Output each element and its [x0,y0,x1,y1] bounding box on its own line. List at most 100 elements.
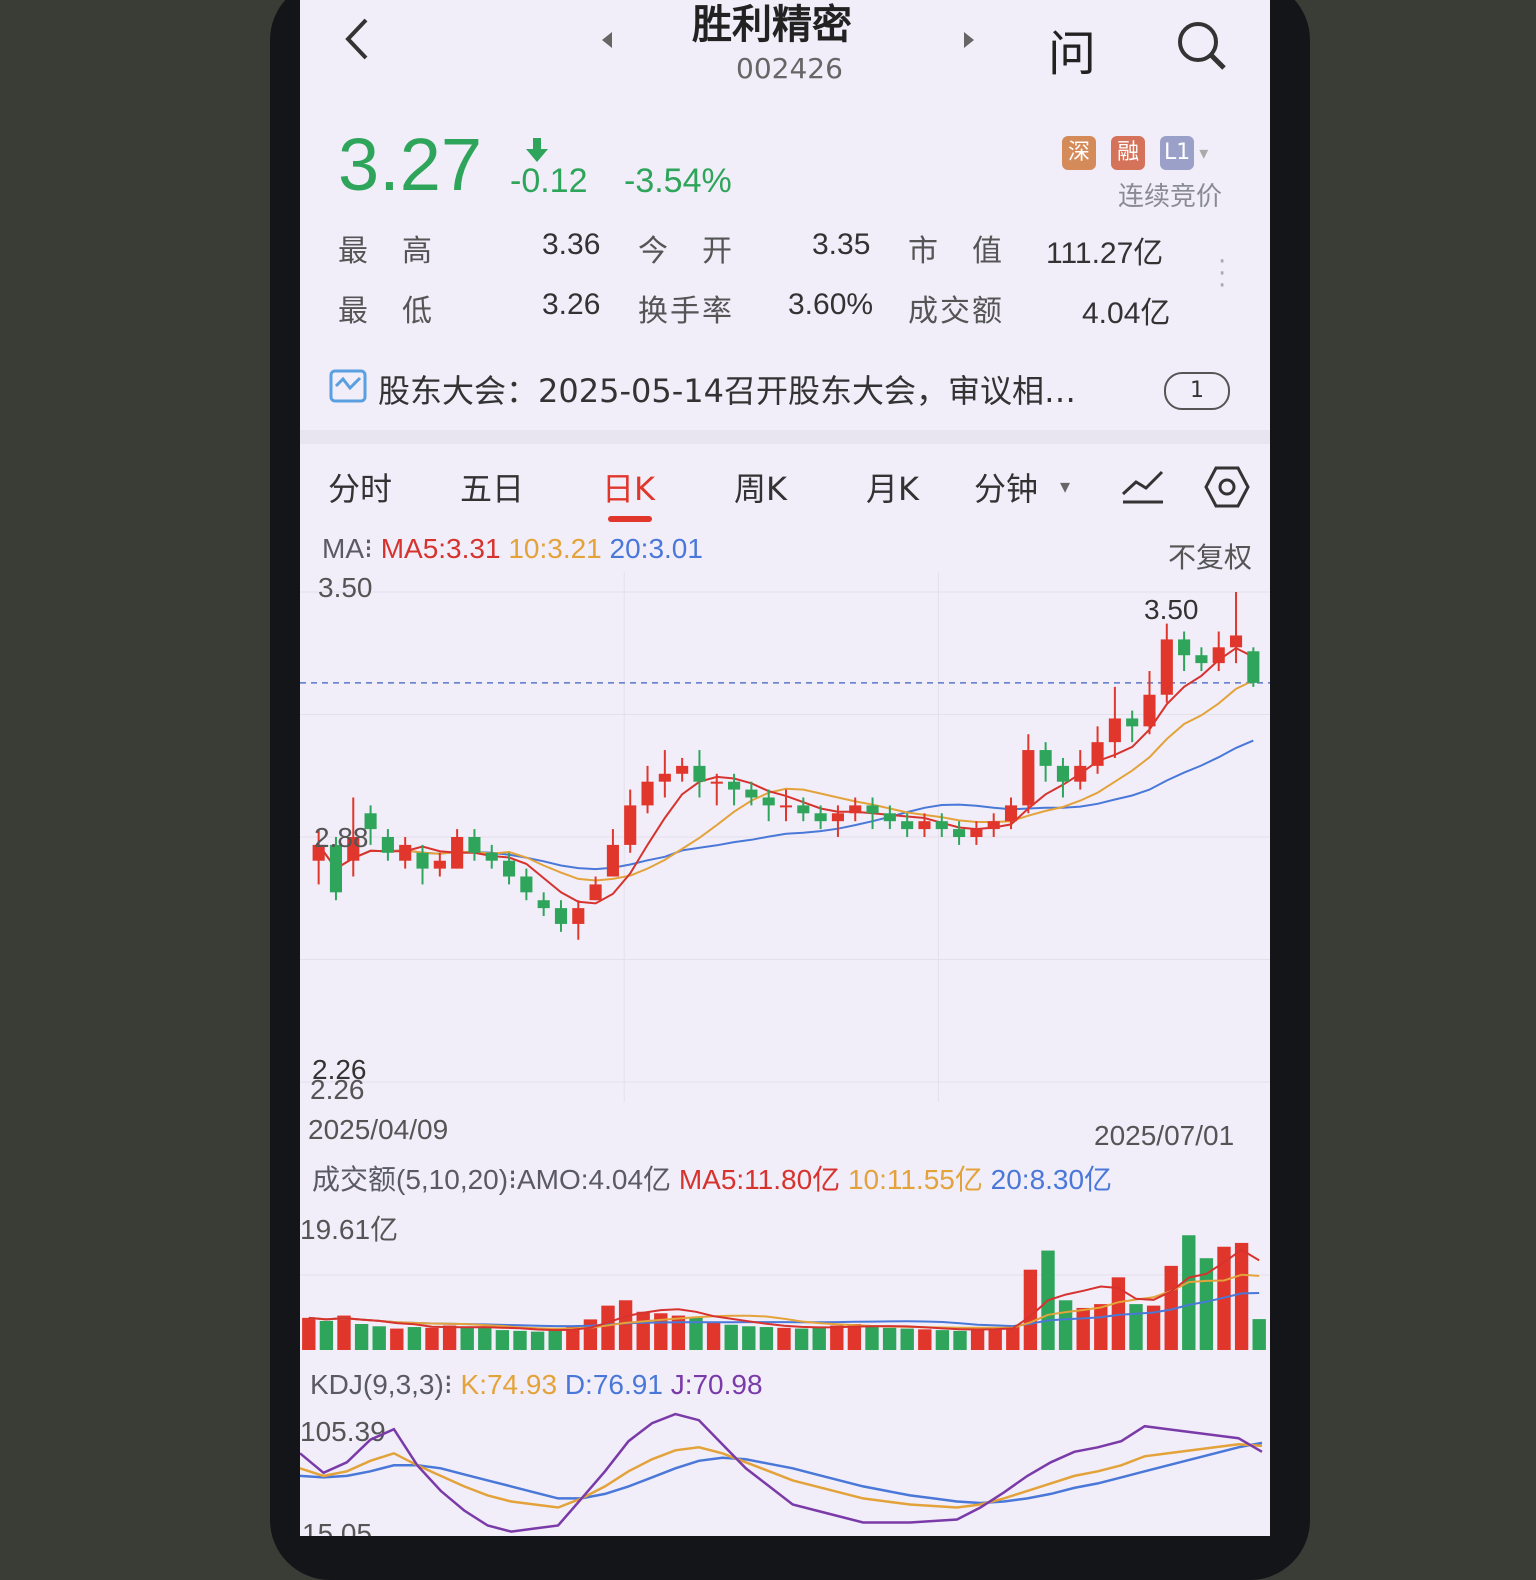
tab-weekly-k[interactable]: 周K [734,464,787,510]
candle-body [1039,750,1052,766]
amount-bar [513,1330,527,1350]
amount-bar [1023,1269,1038,1350]
settings-icon[interactable] [1204,464,1250,514]
candle-body [849,805,862,814]
candle-body [866,805,879,814]
amount-bar [319,1320,334,1350]
amount-bar [601,1305,615,1350]
candle-body [416,852,429,869]
stat-value-mktcap: 111.27亿 [1046,237,1164,270]
stat-label-mktcap: 市 值 [908,234,1004,269]
candle-body [918,821,931,830]
amount-bar [583,1319,598,1350]
stat-value-open: 3.35 [812,228,871,261]
amount-bar [812,1327,826,1350]
search-icon[interactable] [1174,18,1228,76]
amount-bar [1199,1258,1214,1350]
kdj-k-value: K:74.93 [460,1369,558,1400]
section-divider [300,430,1270,444]
candle-body [1143,694,1156,727]
tab-daily-k[interactable]: 日K [602,464,655,510]
price-change: -0.12 [510,162,588,200]
more-icon[interactable]: · · · [1218,249,1226,299]
date-end: 2025/07/01 [1094,1120,1235,1151]
kdj-j-value: J:70.98 [670,1369,763,1400]
amount-bar [671,1315,686,1350]
level1-badge[interactable]: L1 [1160,136,1195,170]
kdj-chart[interactable] [300,1400,1270,1536]
stat-value-high: 3.36 [542,228,601,261]
tab-minute[interactable]: 分钟 [974,464,1038,510]
margin-badge: 融 [1111,136,1146,170]
back-icon[interactable] [338,14,378,68]
minute-dropdown-icon[interactable]: ▾ [1060,474,1070,498]
candle-body [1178,639,1191,656]
ask-button[interactable]: 问 [1048,14,1096,84]
stat-label-high: 最 高 [338,234,434,269]
kdj-legend-prefix: KDJ(9,3,3)⁝ [310,1369,453,1400]
amount-bar [337,1315,351,1350]
candle-body [485,852,498,861]
tab-monthly-k[interactable]: 月K [866,464,919,510]
ma-legend: MA⁝ MA5:3.31 10:3.21 20:3.01 [322,532,703,565]
candlestick-chart[interactable] [300,572,1270,1112]
tab-five-day[interactable]: 五日 [460,464,524,510]
indicator-line-icon[interactable] [1120,466,1166,510]
candle-body [1004,805,1018,822]
amount-bar [830,1325,844,1350]
market-badges: 深 融 L1 ▾ [1062,136,1208,170]
candle-body [399,844,412,861]
stat-value-turnover: 3.60% [788,288,874,321]
candle-body [1126,718,1139,727]
candle-body [728,781,741,790]
tab-intraday[interactable]: 分时 [328,464,392,510]
ma10-value: 10:3.21 [508,533,602,564]
price-axis-top: 3.50 [318,572,373,603]
adjust-mode[interactable]: 不复权 [1168,536,1252,576]
next-stock-icon[interactable] [962,30,976,54]
amount-bar [970,1328,985,1350]
amount-bar [1058,1300,1073,1350]
current-price: 3.27 [338,123,483,206]
amount-bar [1076,1307,1090,1350]
date-start: 2025/04/09 [308,1114,449,1145]
ma-legend-prefix: MA⁝ [322,533,373,564]
stat-value-low: 3.26 [542,288,601,321]
candle-body [953,829,966,837]
amount-bar [442,1325,457,1350]
amount-bar [1094,1304,1108,1350]
price-change-pct: -3.54% [624,162,732,200]
kdj-k-line [300,1442,1263,1509]
candle-body [814,813,827,822]
chevron-down-icon[interactable]: ▾ [1199,143,1208,164]
candle-body [641,781,654,806]
kdj-legend: KDJ(9,3,3)⁝ K:74.93 D:76.91 J:70.98 [310,1368,763,1401]
stat-label-open: 今 开 [638,234,734,269]
stock-name: 胜利精密 [692,2,852,48]
candle-body [935,821,948,830]
amount-bar-chart[interactable] [300,1190,1270,1350]
active-tab-indicator [608,516,652,522]
announcement-text[interactable]: 股东大会：2025-05-14召开股东大会，审议相… [378,366,1076,412]
amount-bar [618,1300,633,1350]
ma20-value: 20:3.01 [609,533,703,564]
amount-bar [882,1327,897,1350]
candle-body [883,813,896,822]
stat-label-low: 最 低 [338,294,434,329]
candle-body [520,876,533,893]
candle-body [1247,651,1260,683]
candle-body [762,797,775,806]
amount-bar [354,1323,369,1350]
low-price-marker: 2.26 [312,1054,367,1085]
candle-body [606,844,619,877]
amount-bar [495,1330,510,1350]
high-price-marker: 3.50 [1144,594,1199,625]
prev-stock-icon[interactable] [600,30,614,54]
amount-bar [425,1327,439,1350]
candle-body [502,860,516,877]
candle-body [901,821,914,830]
amount-bar [865,1326,879,1350]
amount-bar [953,1330,967,1350]
candle-body [554,908,568,924]
announcement-pager[interactable]: 1 [1164,372,1230,410]
